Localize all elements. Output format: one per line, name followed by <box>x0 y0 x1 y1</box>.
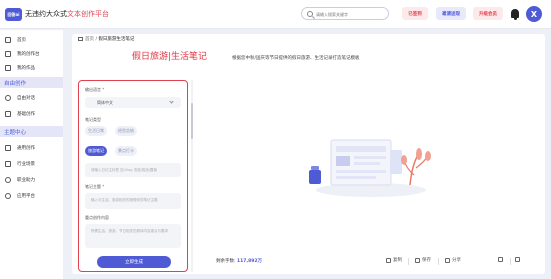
language-select[interactable]: 简体中文 <box>85 97 181 108</box>
edit-icon <box>5 51 11 57</box>
briefcase-icon <box>5 161 11 167</box>
topic-placeholder: 输入与生活、旅游相关的相想你的笔记主题 <box>91 198 158 202</box>
bell-icon[interactable] <box>511 9 519 20</box>
sidebar-section-label: 自由创作 <box>4 81 27 87</box>
empty-state-illustration <box>309 139 431 197</box>
divider <box>438 258 439 265</box>
form-panel: 输出语言 * 简体中文 笔记类型 生活日常 经验总结 旅游笔记 景点打卡 请输入… <box>78 80 188 272</box>
sidebar-item-label: 通用创作 <box>17 146 35 151</box>
breadcrumb-root[interactable]: 首页 <box>85 37 94 42</box>
top-bar: 回答ai 无违约大众式文本创作平台 已签到 邀请送现 升级会员 X <box>0 0 551 29</box>
sidebar-item-label: 职业助力 <box>17 178 35 183</box>
feedback-icon <box>515 257 520 262</box>
app-title: 无违约大众式文本创作平台 <box>25 9 109 19</box>
sidebar-item-career-help[interactable]: 职业助力 <box>0 175 63 185</box>
sidebar-item-label: 行业场景 <box>17 162 35 167</box>
page-title: 假日旅游|生活笔记 <box>132 52 208 62</box>
home-icon[interactable] <box>78 36 83 41</box>
share-icon <box>445 257 450 263</box>
page-description: 根据您中秋/国庆等节日提供的假日旅游、生活记录打造笔记模板 <box>232 56 360 61</box>
app-title-plain: 无违约大众式 <box>25 10 67 18</box>
save-button[interactable]: 保存 <box>415 257 431 263</box>
divider <box>408 258 409 265</box>
breadcrumb-separator: / <box>95 37 97 42</box>
save-label: 保存 <box>422 258 431 263</box>
sidebar-item-industry-scenes[interactable]: 行业场景 <box>0 159 63 169</box>
home-icon <box>5 37 11 43</box>
sidebar-item-label: 首页 <box>17 38 26 43</box>
avatar[interactable]: X <box>526 6 542 22</box>
sidebar-item-label: 基础创作 <box>17 112 35 117</box>
note-type-chip[interactable]: 景点打卡 <box>115 146 137 156</box>
language-label-text: 输出语言 <box>85 87 101 92</box>
result-toolbar: 剩余字数: 117,892万 复制 保存 分享 <box>201 252 540 272</box>
feedback-button[interactable] <box>515 257 522 262</box>
sidebar-item-label: 我的作品 <box>17 66 35 71</box>
result-panel <box>201 80 540 247</box>
share-button[interactable]: 分享 <box>445 257 461 263</box>
note-type-label: 笔记类型 <box>85 117 101 122</box>
sidebar: 首页 我的创作台 我的作品 自由创作 自由对话 基础创作 主题中心 通用创作 行… <box>0 30 63 279</box>
sidebar-item-label: 自由对话 <box>17 96 35 101</box>
copy-button[interactable]: 复制 <box>386 257 402 263</box>
topic-input[interactable]: 输入与生活、旅游相关的相想你的笔记主题 <box>85 193 181 209</box>
copy-label: 复制 <box>393 258 402 263</box>
folder-icon <box>5 65 11 71</box>
scrollbar-thumb[interactable] <box>191 103 193 139</box>
share-label: 分享 <box>452 258 461 263</box>
content-label: 重点创作内容 <box>85 215 109 220</box>
grid-icon <box>5 145 11 151</box>
breadcrumb-current: 假日旅游生活笔记 <box>98 37 135 42</box>
note-type-chip[interactable]: 经验总结 <box>115 126 137 136</box>
content-placeholder: 所需生活、旅游、节日相关的具体内容重点与要求 <box>91 229 168 233</box>
topic-label-text: 笔记主题 <box>85 184 101 189</box>
pen-icon <box>5 111 11 117</box>
search-input[interactable] <box>316 10 386 18</box>
sidebar-item-my-works[interactable]: 我的作品 <box>0 63 63 73</box>
note-type-chip[interactable]: 生活日常 <box>85 126 107 136</box>
topic-label: 笔记主题 * <box>85 184 104 190</box>
sidebar-section-topic-center[interactable]: 主题中心 <box>0 126 63 137</box>
invite-button[interactable]: 邀请送现 <box>436 7 466 20</box>
chevron-down-icon <box>169 99 174 104</box>
divider <box>510 258 511 265</box>
app-title-accent: 文本创作平台 <box>67 10 109 18</box>
generate-button[interactable]: 立即生成 <box>97 256 171 268</box>
like-button[interactable] <box>498 257 505 262</box>
thumbs-up-icon <box>498 257 503 262</box>
language-select-value: 简体中文 <box>97 100 113 105</box>
logo-icon[interactable]: 回答ai <box>5 8 22 21</box>
sidebar-item-general-creation[interactable]: 通用创作 <box>0 143 63 153</box>
words-left-value: 117,892万 <box>236 259 262 264</box>
words-left: 剩余字数: 117,892万 <box>216 258 262 264</box>
words-left-label: 剩余字数: <box>216 259 236 264</box>
language-label: 输出语言 * <box>85 87 104 93</box>
search-icon[interactable] <box>307 11 313 17</box>
sidebar-item-basic-creation[interactable]: 基础创作 <box>0 109 63 119</box>
upgrade-button[interactable]: 升级会员 <box>473 7 503 20</box>
copy-icon <box>386 257 391 263</box>
content-input[interactable]: 所需生活、旅游、节日相关的具体内容重点与要求 <box>85 224 181 248</box>
sidebar-section-free-creation[interactable]: 自由创作 <box>0 77 63 88</box>
sidebar-item-home[interactable]: 首页 <box>0 35 63 45</box>
note-type-chip-active[interactable]: 旅游笔记 <box>85 146 107 156</box>
apps-icon <box>5 193 11 199</box>
chat-icon <box>5 95 11 101</box>
keyword-placeholder: 请输入日记主标签 如:Vlog 流浪/挑战/露营 <box>91 168 157 172</box>
save-icon <box>415 257 420 263</box>
sidebar-item-my-workbench[interactable]: 我的创作台 <box>0 49 63 59</box>
sidebar-section-label: 主题中心 <box>4 130 27 136</box>
required-mark: * <box>102 87 105 92</box>
sidebar-item-label: 应用平台 <box>17 194 35 199</box>
sidebar-item-label: 我的创作台 <box>17 52 40 57</box>
signed-button[interactable]: 已签到 <box>402 7 428 20</box>
search-box[interactable] <box>301 7 389 20</box>
sidebar-item-app-platform[interactable]: 应用平台 <box>0 191 63 201</box>
required-mark: * <box>102 184 105 189</box>
user-icon <box>5 177 11 183</box>
keyword-input[interactable]: 请输入日记主标签 如:Vlog 流浪/挑战/露营 <box>85 163 181 177</box>
sidebar-item-free-chat[interactable]: 自由对话 <box>0 93 63 103</box>
breadcrumb: 首页 / 假日旅游生活笔记 <box>78 36 134 42</box>
